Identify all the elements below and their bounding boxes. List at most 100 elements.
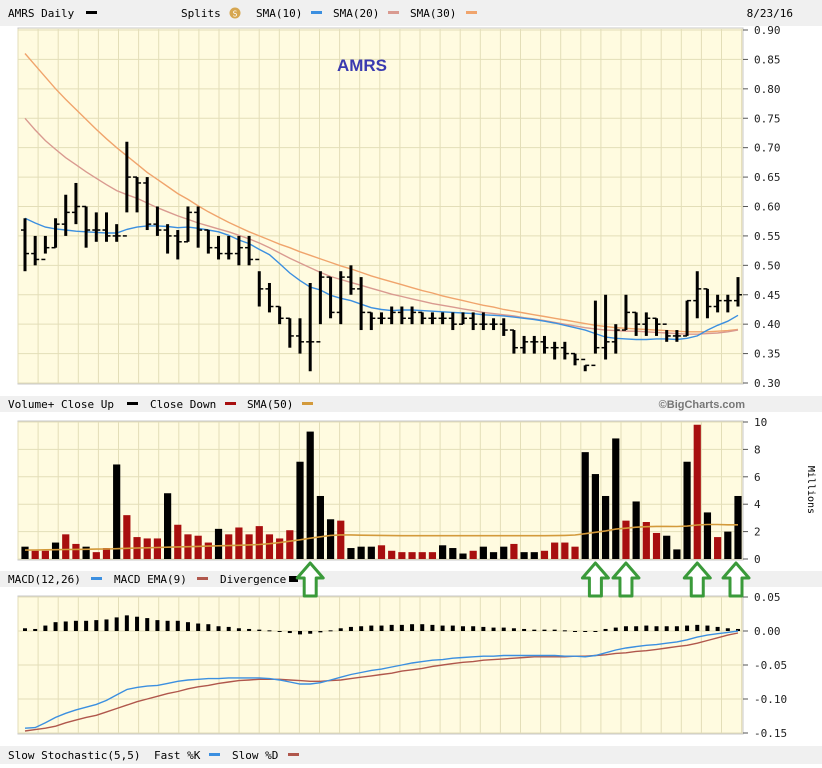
divergence-bar [318,631,323,633]
sma10-swatch [311,11,322,14]
divergence-bar [583,631,588,632]
y-tick-label: 0.75 [754,112,781,125]
volume-bar [143,538,151,559]
volume-bar [214,528,223,559]
y-tick-label: 0.90 [754,24,781,37]
volume-axis: 0 2 4 6 8 10 [743,416,767,566]
volume-bar [367,546,375,559]
up-arrow-annotation [682,561,712,598]
volume-bar [489,552,498,559]
splits-icon-glyph: S [233,10,238,19]
divergence-bar [23,628,27,631]
divergence-bar [511,628,516,631]
stoch-slow-label: Slow %D [232,749,278,762]
macd-axis: -0.15 -0.10 -0.05 0.00 0.05 [743,591,787,740]
volume-bar [194,535,202,559]
up-arrow-annotation [580,561,610,598]
macd-swatch [91,577,102,580]
y-tick-label: 0.60 [754,201,781,214]
volume-bar [388,550,396,559]
divergence-bar [501,627,506,631]
y-tick-label: 0 [754,553,761,566]
volume-bar [652,532,661,559]
divergence-bar [644,625,649,631]
divergence-bar [481,626,486,631]
volume-bar [601,495,610,559]
volume-units-label: Millions [805,466,816,514]
y-tick-label: 0.45 [754,289,781,302]
volume-bar [428,552,437,559]
price-axis: 0.30 0.35 0.40 0.45 0.50 0.55 0.60 0.65 0.70 0.75… [743,24,781,390]
divergence-bar [63,621,68,631]
divergence-bar [460,626,465,631]
ticker-legend-swatch [86,11,97,14]
volume-bar [591,474,599,559]
volume-bar [92,552,100,559]
y-tick-label: 6 [754,471,761,484]
sma30-swatch [466,11,477,14]
y-tick-label: 0.55 [754,230,781,243]
divergence-bar [654,626,659,631]
divergence-bar [267,630,272,632]
divergence-bar [705,625,710,631]
y-tick-label: 0.35 [754,348,781,361]
sma30-label: SMA(30) [410,7,456,20]
divergence-bar [359,626,364,631]
volume-bar [377,545,386,559]
divergence-bar [277,631,282,632]
divergence-bar [135,616,140,631]
divergence-bar [236,628,241,631]
divergence-bar [216,626,221,631]
sma10-label: SMA(10) [256,7,302,20]
volume-bar [663,535,671,559]
divergence-bar [399,624,404,631]
divergence-bar [379,625,384,631]
y-tick-label: 0.05 [754,591,781,604]
y-tick-label: 0.40 [754,318,781,331]
macd-ema-label: MACD EMA(9) [114,573,187,586]
stoch-label: Slow Stochastic(5,5) [8,749,140,762]
volume-bar [418,552,426,559]
divergence-bar [410,624,415,631]
chart-date: 8/23/16 [747,7,793,20]
divergence-bar [471,626,476,631]
divergence-bar [634,626,639,631]
volume-bar [479,546,487,559]
volume-bar [571,546,579,559]
volume-bar [459,553,467,559]
volume-bar [41,550,49,559]
divergence-bar [593,631,598,632]
y-tick-label: 0.85 [754,53,781,66]
divergence-bar [430,624,435,631]
divergence-bar [155,620,160,631]
divergence-bar [420,624,425,631]
y-tick-label: 0.65 [754,171,781,184]
y-tick-label: 0.80 [754,83,781,96]
divergence-bar [573,631,578,632]
volume-bar [306,431,314,559]
volume-bar [724,531,732,559]
divergence-bar [104,619,109,631]
volume-bar [326,519,335,559]
divergence-bar [196,623,201,631]
volume-bar [113,464,121,559]
divergence-bar [175,620,180,631]
volume-bar [469,550,477,559]
divergence-bar [450,625,455,631]
y-tick-label: -0.15 [754,727,787,740]
divergence-bar [287,631,292,634]
divergence-bar [257,629,262,631]
macd-ema-swatch [197,577,208,580]
volume-bar [693,424,701,559]
credit-label: ©BigCharts.com [659,399,746,411]
divergence-bar [73,620,78,631]
volume-bar [703,512,712,559]
divergence-bar [715,626,720,631]
divergence-bar [664,626,669,631]
ticker-label: AMRS Daily [8,7,75,20]
y-tick-label: 0.70 [754,142,781,155]
divergence-bar [338,628,343,631]
divergence-bar [623,626,628,631]
y-tick-label: 10 [754,416,767,429]
watermark-ticker: AMRS [337,56,387,75]
